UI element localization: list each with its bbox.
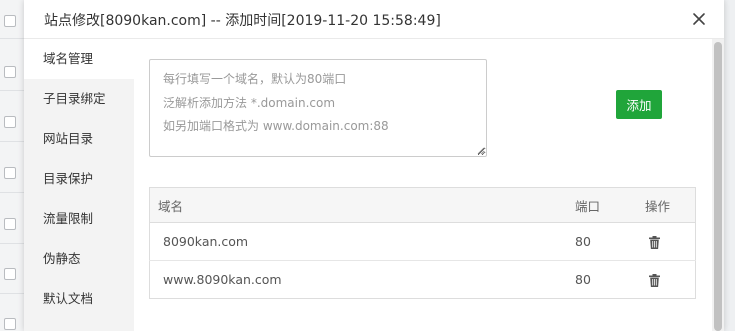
sidebar-item-traffic-limit[interactable]: 流量限制 bbox=[24, 199, 134, 239]
domain-cell: 8090kan.com bbox=[149, 222, 575, 261]
background-checkbox bbox=[4, 167, 16, 179]
background-divider bbox=[0, 90, 24, 91]
background-page bbox=[0, 0, 24, 331]
background-divider bbox=[0, 141, 24, 142]
background-divider bbox=[0, 243, 24, 244]
table-row: www.8090kan.com 80 bbox=[150, 261, 696, 299]
background-checkbox bbox=[4, 318, 16, 330]
sidebar-item-subdirectory-binding[interactable]: 子目录绑定 bbox=[24, 79, 134, 119]
sidebar-item-rewrite[interactable]: 伪静态 bbox=[24, 239, 134, 279]
trash-icon[interactable] bbox=[649, 236, 660, 249]
port-cell: 80 bbox=[575, 272, 591, 287]
table-row: 8090kan.com 80 bbox=[149, 222, 696, 261]
sidebar-item-domain-management[interactable]: 域名管理 bbox=[24, 39, 134, 79]
background-checkbox bbox=[4, 268, 16, 280]
placeholder-line: 如另加端口格式为 www.domain.com:88 bbox=[163, 119, 389, 133]
column-header-port: 端口 bbox=[575, 187, 645, 223]
domain-panel: 每行填写一个域名，默认为80端口 泛解析添加方法 *.domain.com 如另… bbox=[134, 39, 724, 331]
column-header-operation: 操作 bbox=[645, 187, 696, 223]
domain-table: 域名 端口 操作 8090kan.com 80 www.8090kan.com … bbox=[149, 187, 696, 299]
operation-cell bbox=[645, 261, 696, 299]
resize-handle-icon[interactable] bbox=[477, 147, 485, 155]
background-divider bbox=[0, 38, 24, 39]
scrollbar-thumb[interactable] bbox=[714, 42, 722, 331]
background-checkbox bbox=[4, 218, 16, 230]
placeholder-line: 每行填写一个域名，默认为80端口 bbox=[163, 72, 347, 86]
background-checkbox bbox=[4, 116, 16, 128]
operation-cell bbox=[645, 222, 696, 261]
table-header-row: 域名 端口 操作 bbox=[149, 187, 696, 223]
domain-cell: www.8090kan.com bbox=[163, 272, 282, 287]
site-edit-modal: 站点修改[8090kan.com] -- 添加时间[2019-11-20 15:… bbox=[24, 0, 724, 331]
background-divider bbox=[0, 293, 24, 294]
add-domain-button[interactable]: 添加 bbox=[616, 90, 662, 119]
background-checkbox bbox=[4, 15, 16, 27]
background-divider bbox=[0, 192, 24, 193]
sidebar-item-site-directory[interactable]: 网站目录 bbox=[24, 119, 134, 159]
port-cell: 80 bbox=[575, 222, 645, 261]
placeholder-line: 泛解析添加方法 *.domain.com bbox=[163, 95, 336, 110]
domain-textarea[interactable]: 每行填写一个域名，默认为80端口 泛解析添加方法 *.domain.com 如另… bbox=[149, 59, 487, 157]
sidebar-item-default-document[interactable]: 默认文档 bbox=[24, 279, 134, 319]
modal-title: 站点修改[8090kan.com] -- 添加时间[2019-11-20 15:… bbox=[44, 13, 441, 29]
sidebar-item-directory-protection[interactable]: 目录保护 bbox=[24, 159, 134, 199]
background-checkbox bbox=[4, 66, 16, 78]
trash-icon[interactable] bbox=[649, 274, 660, 287]
column-header-domain: 域名 bbox=[149, 187, 575, 223]
sidebar: 域名管理 子目录绑定 网站目录 目录保护 流量限制 伪静态 默认文档 bbox=[24, 39, 134, 331]
modal-header: 站点修改[8090kan.com] -- 添加时间[2019-11-20 15:… bbox=[24, 0, 724, 39]
close-icon[interactable] bbox=[688, 8, 710, 30]
